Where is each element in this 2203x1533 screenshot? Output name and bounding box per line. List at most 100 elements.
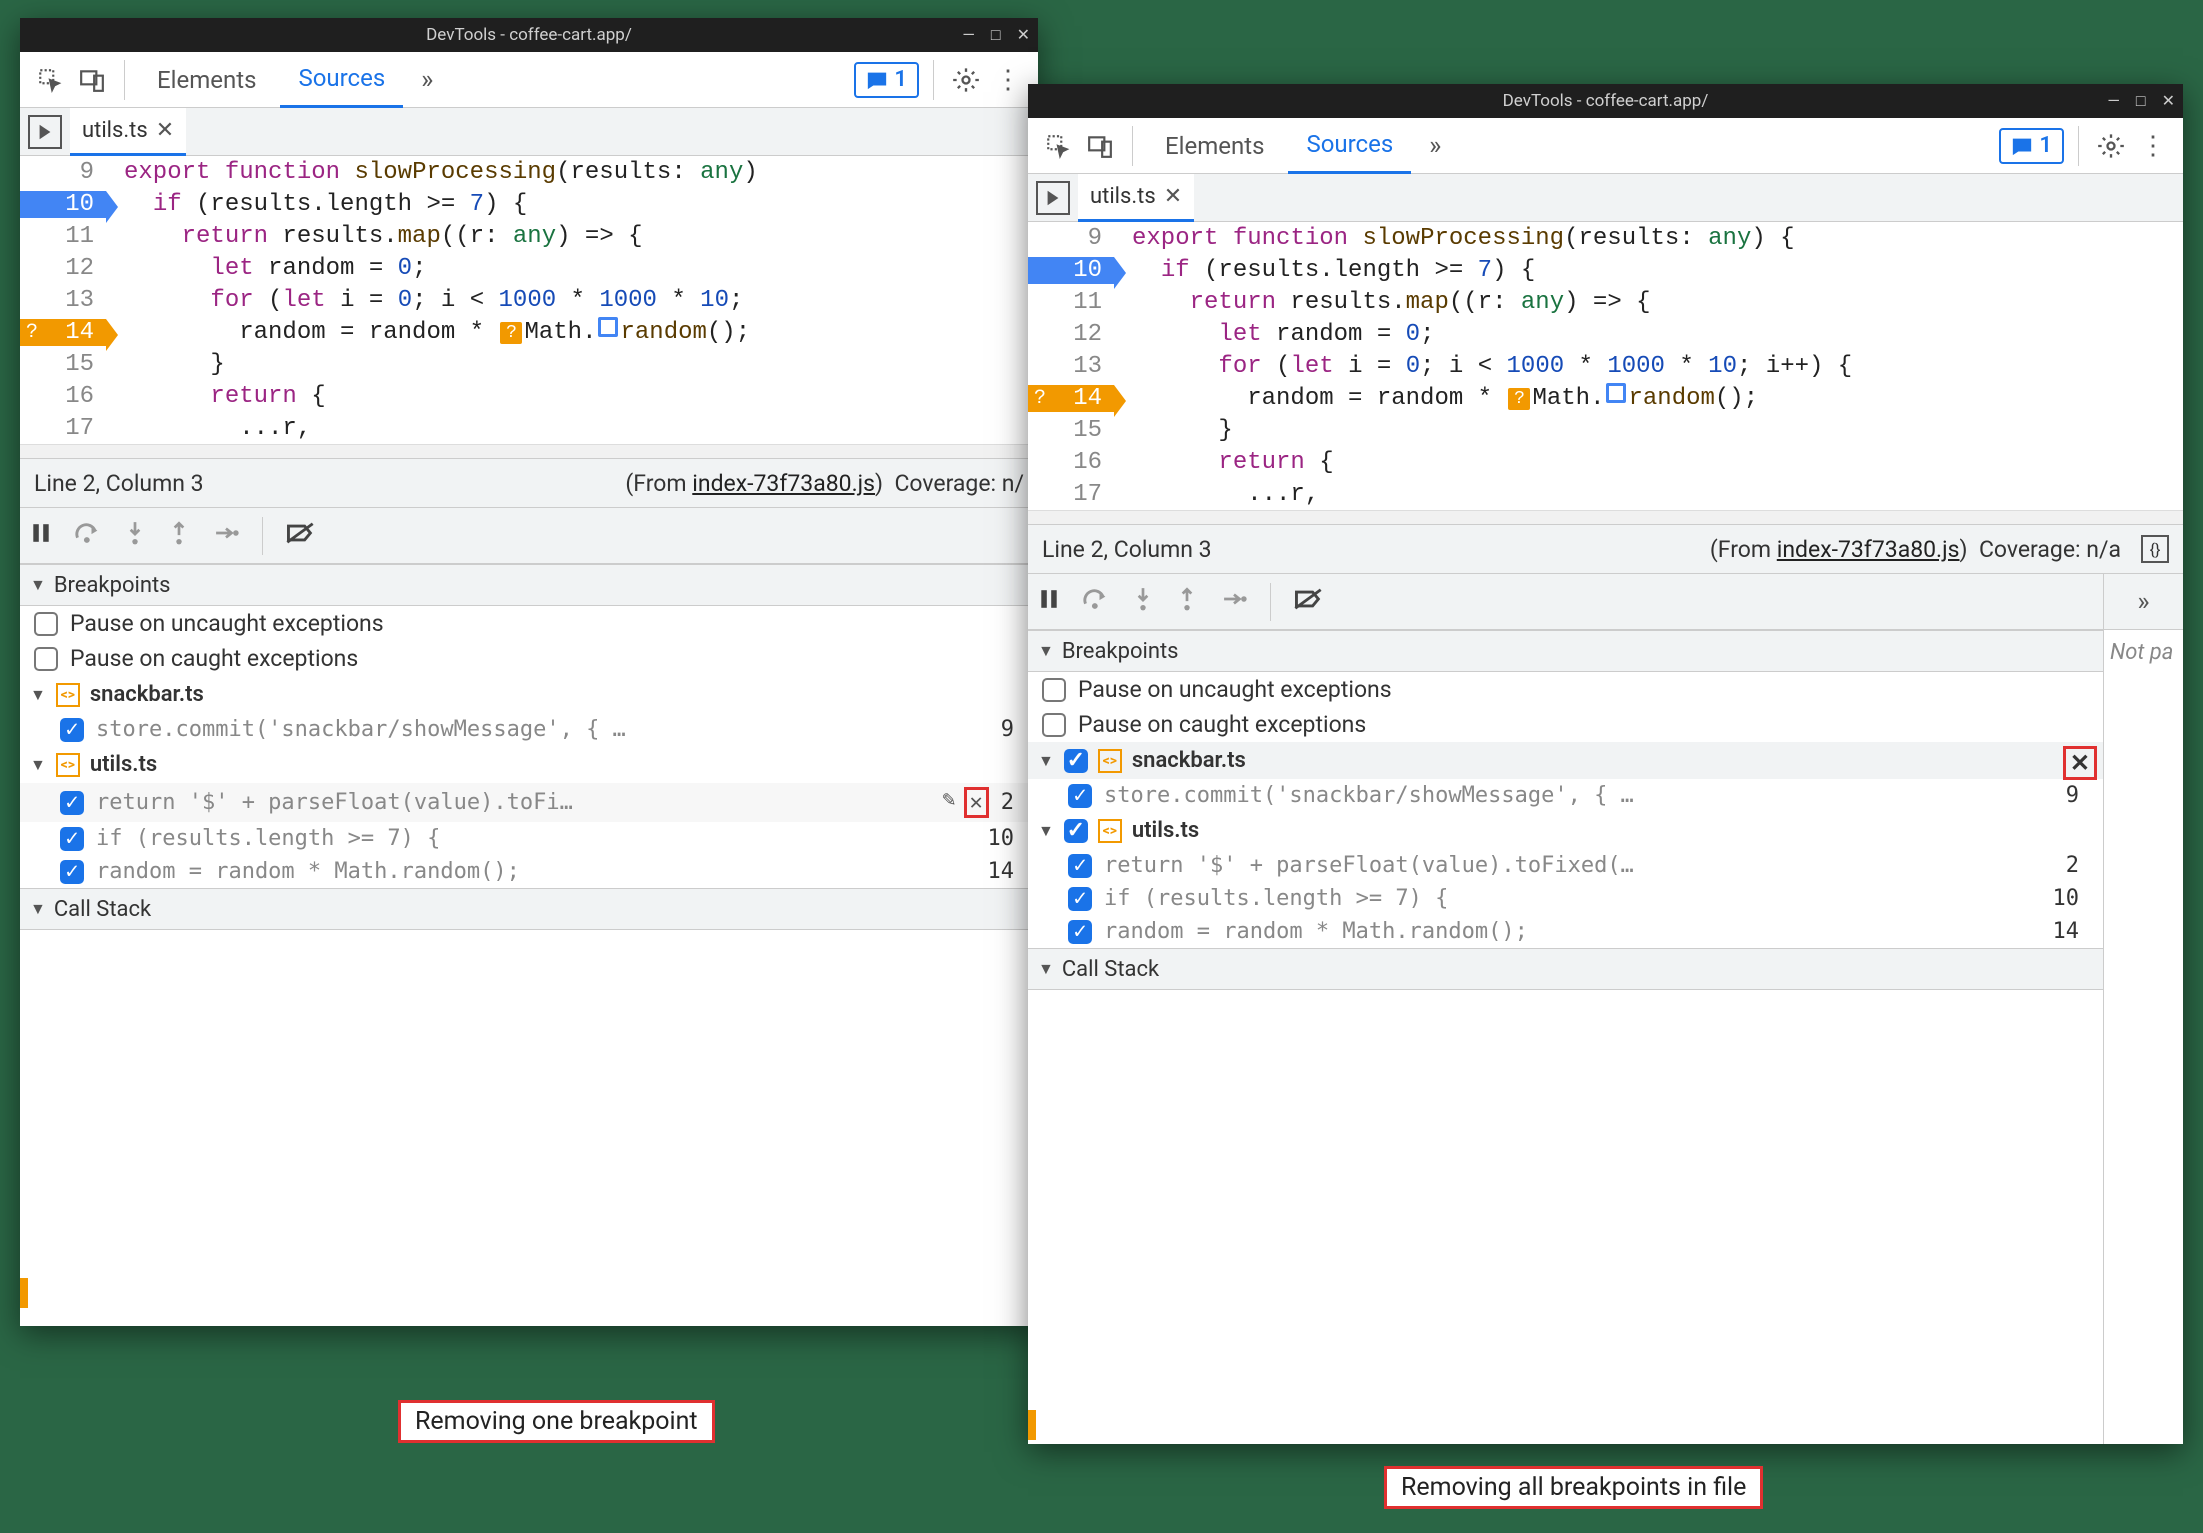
checkbox-checked[interactable]: ✓ xyxy=(1068,920,1092,944)
line-gutter[interactable]: 13 xyxy=(20,287,106,314)
deactivate-breakpoints-icon[interactable] xyxy=(285,521,315,551)
code-line[interactable]: if (results.length >= 7) { xyxy=(106,191,527,218)
line-gutter[interactable]: 9 xyxy=(1028,225,1114,252)
step-over-icon[interactable] xyxy=(1082,587,1110,617)
breakpoint-item[interactable]: ✓ store.commit('snackbar/showMessage', {… xyxy=(1028,779,2103,812)
breakpoint-item[interactable]: ✓ if (results.length >= 7) {10 xyxy=(1028,882,2103,915)
code-editor[interactable]: 9export function slowProcessing(results:… xyxy=(1028,222,2183,510)
callstack-section-header[interactable]: ▼ Call Stack xyxy=(20,888,1038,930)
settings-gear-icon[interactable] xyxy=(948,62,984,98)
pause-icon[interactable] xyxy=(30,521,52,551)
code-line[interactable]: let random = 0; xyxy=(106,255,426,282)
more-panels-icon[interactable]: » xyxy=(2104,574,2183,630)
pretty-print-icon[interactable]: {} xyxy=(2141,535,2169,563)
navigator-toggle-icon[interactable] xyxy=(1036,181,1070,215)
code-line[interactable]: return { xyxy=(1114,449,1334,476)
close-icon[interactable]: ✕ xyxy=(2162,91,2175,111)
checkbox-checked[interactable]: ✓ xyxy=(1064,749,1088,773)
minimize-icon[interactable]: — xyxy=(962,25,975,45)
line-gutter[interactable]: 13 xyxy=(1028,353,1114,380)
step-icon[interactable] xyxy=(1220,588,1248,616)
step-out-icon[interactable] xyxy=(1176,586,1198,618)
more-tabs-icon[interactable]: » xyxy=(1417,128,1453,164)
kebab-menu-icon[interactable]: ⋮ xyxy=(2135,128,2171,164)
close-tab-icon[interactable]: ✕ xyxy=(156,118,174,143)
close-icon[interactable]: ✕ xyxy=(1017,25,1030,45)
breakpoints-section-header[interactable]: ▼ Breakpoints xyxy=(1028,630,2103,672)
checkbox-checked[interactable]: ✓ xyxy=(1068,887,1092,911)
settings-gear-icon[interactable] xyxy=(2093,128,2129,164)
breakpoint-group-header[interactable]: ▼ ✓ <> utils.ts xyxy=(1028,812,2103,849)
breakpoint-item[interactable]: ✓ return '$' + parseFloat(value).toFixed… xyxy=(1028,849,2103,882)
code-line[interactable]: ...r, xyxy=(1114,481,1319,508)
checkbox-checked[interactable]: ✓ xyxy=(60,860,84,884)
minimize-icon[interactable]: — xyxy=(2107,91,2120,111)
code-line[interactable]: export function slowProcessing(results: … xyxy=(106,159,758,186)
step-into-icon[interactable] xyxy=(124,520,146,552)
issues-button[interactable]: 1 xyxy=(854,62,919,98)
code-line[interactable]: return results.map((r: any) => { xyxy=(106,223,643,250)
code-line[interactable]: random = random * ?Math.random(); xyxy=(106,318,750,346)
file-tab-utils[interactable]: utils.ts ✕ xyxy=(1078,174,1194,222)
maximize-icon[interactable]: □ xyxy=(2136,91,2146,111)
pause-uncaught-row[interactable]: Pause on uncaught exceptions xyxy=(20,606,1038,641)
line-gutter[interactable]: 14? xyxy=(20,319,106,346)
code-line[interactable]: let random = 0; xyxy=(1114,321,1434,348)
source-link[interactable]: index-73f73a80.js xyxy=(692,470,875,497)
line-gutter[interactable]: 11 xyxy=(1028,289,1114,316)
breakpoints-section-header[interactable]: ▼ Breakpoints xyxy=(20,564,1038,606)
device-toolbar-icon[interactable] xyxy=(1082,128,1118,164)
line-gutter[interactable]: 16 xyxy=(1028,449,1114,476)
tab-sources[interactable]: Sources xyxy=(280,52,403,108)
titlebar[interactable]: DevTools - coffee-cart.app/ — □ ✕ xyxy=(20,18,1038,52)
navigator-toggle-icon[interactable] xyxy=(28,115,62,149)
maximize-icon[interactable]: □ xyxy=(991,25,1001,45)
breakpoint-item[interactable]: ✓ store.commit('snackbar/showMessage', {… xyxy=(20,713,1038,746)
checkbox-unchecked[interactable] xyxy=(1042,678,1066,702)
line-gutter[interactable]: 10 xyxy=(1028,257,1114,284)
code-line[interactable]: for (let i = 0; i < 1000 * 1000 * 10; i+… xyxy=(1114,353,1852,380)
code-line[interactable]: } xyxy=(106,351,225,378)
checkbox-checked[interactable]: ✓ xyxy=(1068,784,1092,808)
breakpoint-item[interactable]: ✓ random = random * Math.random();14 xyxy=(1028,915,2103,948)
line-gutter[interactable]: 14? xyxy=(1028,385,1114,412)
inspect-element-icon[interactable] xyxy=(1040,128,1076,164)
line-gutter[interactable]: 17 xyxy=(1028,481,1114,508)
pause-caught-row[interactable]: Pause on caught exceptions xyxy=(1028,707,2103,742)
code-editor[interactable]: 9export function slowProcessing(results:… xyxy=(20,156,1038,444)
horizontal-scrollbar[interactable] xyxy=(20,444,1038,458)
inspect-element-icon[interactable] xyxy=(32,62,68,98)
file-tab-utils[interactable]: utils.ts ✕ xyxy=(70,108,186,156)
step-over-icon[interactable] xyxy=(74,521,102,551)
checkbox-unchecked[interactable] xyxy=(34,612,58,636)
checkbox-checked[interactable]: ✓ xyxy=(1064,819,1088,843)
tab-elements[interactable]: Elements xyxy=(1147,118,1282,174)
checkbox-checked[interactable]: ✓ xyxy=(60,718,84,742)
callstack-section-header[interactable]: ▼ Call Stack xyxy=(1028,948,2103,990)
pause-uncaught-row[interactable]: Pause on uncaught exceptions xyxy=(1028,672,2103,707)
code-line[interactable]: return results.map((r: any) => { xyxy=(1114,289,1651,316)
line-gutter[interactable]: 15 xyxy=(1028,417,1114,444)
horizontal-scrollbar[interactable] xyxy=(1028,510,2183,524)
line-gutter[interactable]: 15 xyxy=(20,351,106,378)
code-line[interactable]: if (results.length >= 7) { xyxy=(1114,257,1535,284)
checkbox-unchecked[interactable] xyxy=(1042,713,1066,737)
breakpoint-group-header[interactable]: ▼ <> utils.ts xyxy=(20,746,1038,783)
titlebar[interactable]: DevTools - coffee-cart.app/ — □ ✕ xyxy=(1028,84,2183,118)
pause-caught-row[interactable]: Pause on caught exceptions xyxy=(20,641,1038,676)
breakpoint-item[interactable]: ✓ if (results.length >= 7) {10 xyxy=(20,822,1038,855)
line-gutter[interactable]: 16 xyxy=(20,383,106,410)
step-icon[interactable] xyxy=(212,522,240,550)
pause-icon[interactable] xyxy=(1038,587,1060,617)
checkbox-checked[interactable]: ✓ xyxy=(60,827,84,851)
deactivate-breakpoints-icon[interactable] xyxy=(1293,587,1323,617)
code-line[interactable]: export function slowProcessing(results: … xyxy=(1114,225,1795,252)
code-line[interactable]: return { xyxy=(106,383,326,410)
checkbox-checked[interactable]: ✓ xyxy=(1068,854,1092,878)
close-tab-icon[interactable]: ✕ xyxy=(1164,184,1182,209)
remove-file-breakpoints-button[interactable]: ✕ xyxy=(2063,746,2097,780)
tab-sources[interactable]: Sources xyxy=(1288,118,1411,174)
code-line[interactable]: random = random * ?Math.random(); xyxy=(1114,384,1758,412)
line-gutter[interactable]: 9 xyxy=(20,159,106,186)
checkbox-checked[interactable]: ✓ xyxy=(60,791,84,815)
